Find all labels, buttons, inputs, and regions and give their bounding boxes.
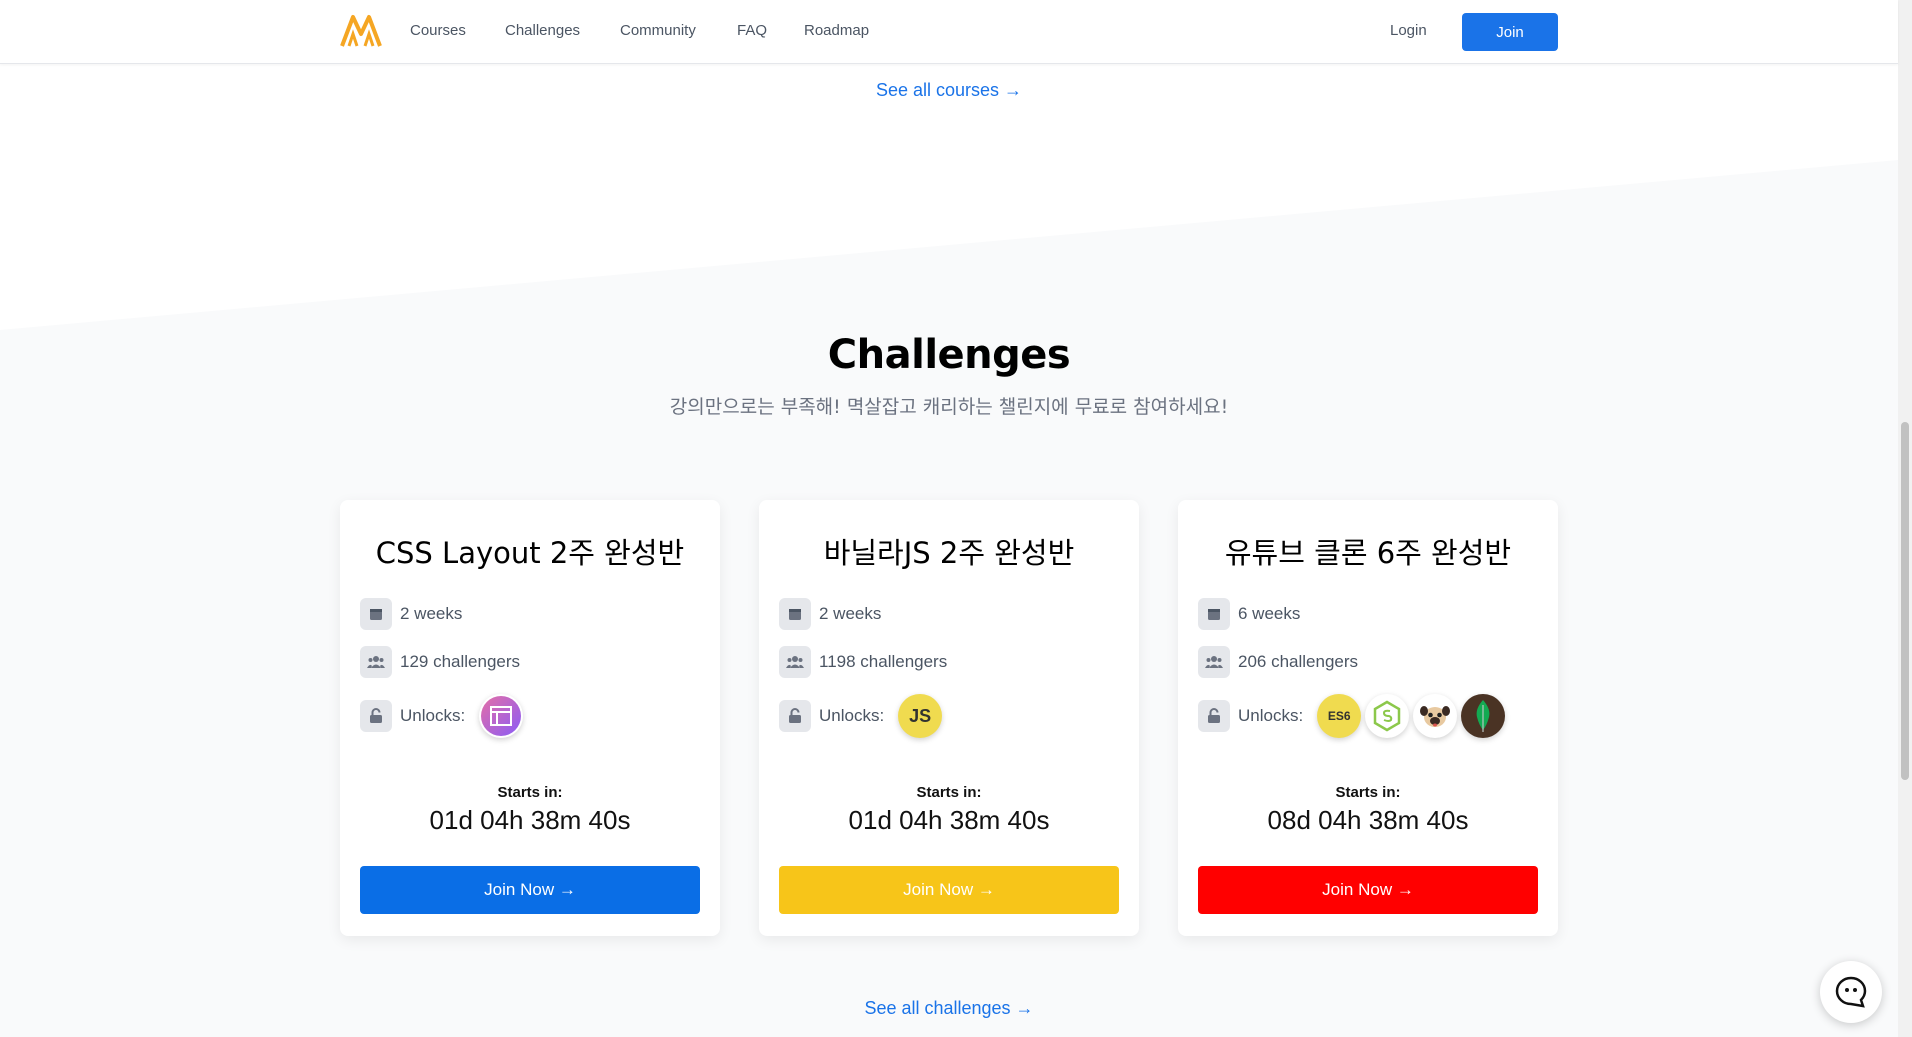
- login-link[interactable]: Login: [1390, 22, 1427, 39]
- unlock-icon: [360, 700, 392, 732]
- join-button[interactable]: Join: [1462, 13, 1558, 51]
- top-navbar: Courses Challenges Community FAQ Roadmap…: [0, 0, 1898, 64]
- es6-icon[interactable]: ES6: [1317, 694, 1362, 738]
- challengers-text: 206 challengers: [1238, 652, 1359, 671]
- calendar-icon: [779, 598, 811, 630]
- scrollbar-thumb[interactable]: [1901, 422, 1909, 780]
- duration-text: 2 weeks: [819, 604, 882, 623]
- nav-courses[interactable]: Courses: [410, 22, 466, 39]
- duration-text: 2 weeks: [400, 604, 463, 623]
- join-now-button[interactable]: Join Now →: [360, 866, 700, 914]
- countdown-timer: 01d 04h 38m 40s: [429, 805, 631, 835]
- users-icon: [1198, 646, 1230, 678]
- nodejs-icon[interactable]: [1365, 694, 1410, 738]
- unlock-icon: [1198, 700, 1230, 732]
- chat-icon[interactable]: [1820, 961, 1882, 1023]
- mongodb-icon[interactable]: [1461, 694, 1506, 738]
- starts-in-label: Starts in:: [916, 784, 982, 801]
- unlocks-label: Unlocks:: [400, 706, 466, 725]
- countdown-timer: 08d 04h 38m 40s: [1267, 805, 1469, 835]
- challenge-title: CSS Layout 2주 완성반: [375, 536, 685, 570]
- see-all-courses-link[interactable]: See all courses →: [0, 80, 1898, 101]
- starts-in-label: Starts in:: [497, 784, 563, 801]
- challenge-title: 바닐라JS 2주 완성반: [823, 536, 1075, 570]
- calendar-icon: [1198, 598, 1230, 630]
- unlocks-label: Unlocks:: [1238, 706, 1304, 725]
- nav-roadmap[interactable]: Roadmap: [804, 22, 869, 39]
- challenge-card-youtube-clone: 유튜브 클론 6주 완성반 6 weeks 206 challengers Un…: [1178, 500, 1558, 936]
- challenge-card-vanilla-js: 바닐라JS 2주 완성반 2 weeks 1198 challengers Un…: [759, 500, 1139, 936]
- section-subtitle: 강의만으로는 부족해! 멱살잡고 캐리하는 챌린지에 무료로 참여하세요!: [669, 396, 1229, 418]
- users-icon: [779, 646, 811, 678]
- see-all-challenges-link[interactable]: See all challenges →: [0, 998, 1898, 1019]
- users-icon: [360, 646, 392, 678]
- join-now-button[interactable]: Join Now →: [1198, 866, 1538, 914]
- challenge-title: 유튜브 클론 6주 완성반: [1224, 536, 1512, 570]
- join-now-button[interactable]: Join Now →: [779, 866, 1119, 914]
- unlock-icon: [779, 700, 811, 732]
- countdown-timer: 01d 04h 38m 40s: [848, 805, 1050, 835]
- section-title: Challenges: [827, 332, 1071, 378]
- page-scrollbar[interactable]: [1898, 0, 1912, 1037]
- challengers-text: 129 challengers: [400, 652, 521, 671]
- nav-challenges[interactable]: Challenges: [505, 22, 580, 39]
- js-icon[interactable]: JS: [898, 694, 943, 738]
- layout-icon[interactable]: [479, 694, 524, 738]
- challenge-card-css-layout: CSS Layout 2주 완성반 2 weeks 129 challenger…: [340, 500, 720, 936]
- nomad-logo-icon[interactable]: [340, 14, 382, 48]
- challengers-text: 1198 challengers: [819, 652, 948, 671]
- pug-icon[interactable]: [1413, 694, 1458, 738]
- starts-in-label: Starts in:: [1335, 784, 1401, 801]
- duration-text: 6 weeks: [1238, 604, 1301, 623]
- calendar-icon: [360, 598, 392, 630]
- unlocks-label: Unlocks:: [819, 706, 885, 725]
- nav-faq[interactable]: FAQ: [737, 22, 767, 39]
- nav-community[interactable]: Community: [620, 22, 696, 39]
